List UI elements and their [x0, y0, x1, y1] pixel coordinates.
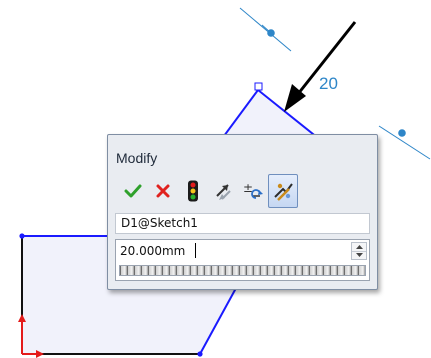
spin-down-arrow-icon: [355, 253, 363, 257]
reset-spin-increment-button[interactable]: ±: [238, 174, 268, 208]
mark-dimension-icon: [274, 183, 293, 201]
rebuild-traffic-light-icon: [188, 180, 198, 202]
dialog-title: Modify: [116, 150, 158, 166]
cancel-x-icon: [156, 184, 170, 198]
thumbwheel-slider[interactable]: [119, 265, 366, 276]
sketch-endpoint-handle[interactable]: [254, 82, 263, 91]
dimension-line-stub: [261, 24, 272, 34]
modify-dialog[interactable]: Modify ± D1@Sketch1 20.000mm: [107, 134, 378, 290]
ok-checkmark-icon: [124, 184, 142, 198]
spin-up-arrow-icon: [355, 245, 363, 249]
dimension-name-field: D1@Sketch1: [115, 213, 370, 234]
cancel-button[interactable]: [148, 174, 178, 208]
sketch-vertex[interactable]: [197, 351, 203, 357]
reverse-dimension-button[interactable]: [208, 174, 238, 208]
increment-spin-icon: ±: [243, 181, 263, 199]
reverse-dimension-icon: [216, 184, 231, 200]
ok-button[interactable]: [118, 174, 148, 208]
dialog-toolbar: ±: [118, 174, 368, 208]
value-spinner[interactable]: [351, 242, 367, 260]
rebuild-button[interactable]: [178, 174, 208, 208]
dimension-arrow-dot-2[interactable]: [398, 129, 406, 137]
spin-down-button[interactable]: [352, 251, 366, 259]
dimension-value-input[interactable]: [118, 242, 344, 260]
text-caret: [195, 243, 196, 258]
value-box: [115, 239, 370, 281]
dimension-extension-line-1: [239, 7, 292, 52]
sketch-vertex[interactable]: [19, 233, 25, 239]
dimension-value-label[interactable]: 20: [319, 74, 338, 93]
mark-dimension-button[interactable]: [268, 174, 298, 208]
